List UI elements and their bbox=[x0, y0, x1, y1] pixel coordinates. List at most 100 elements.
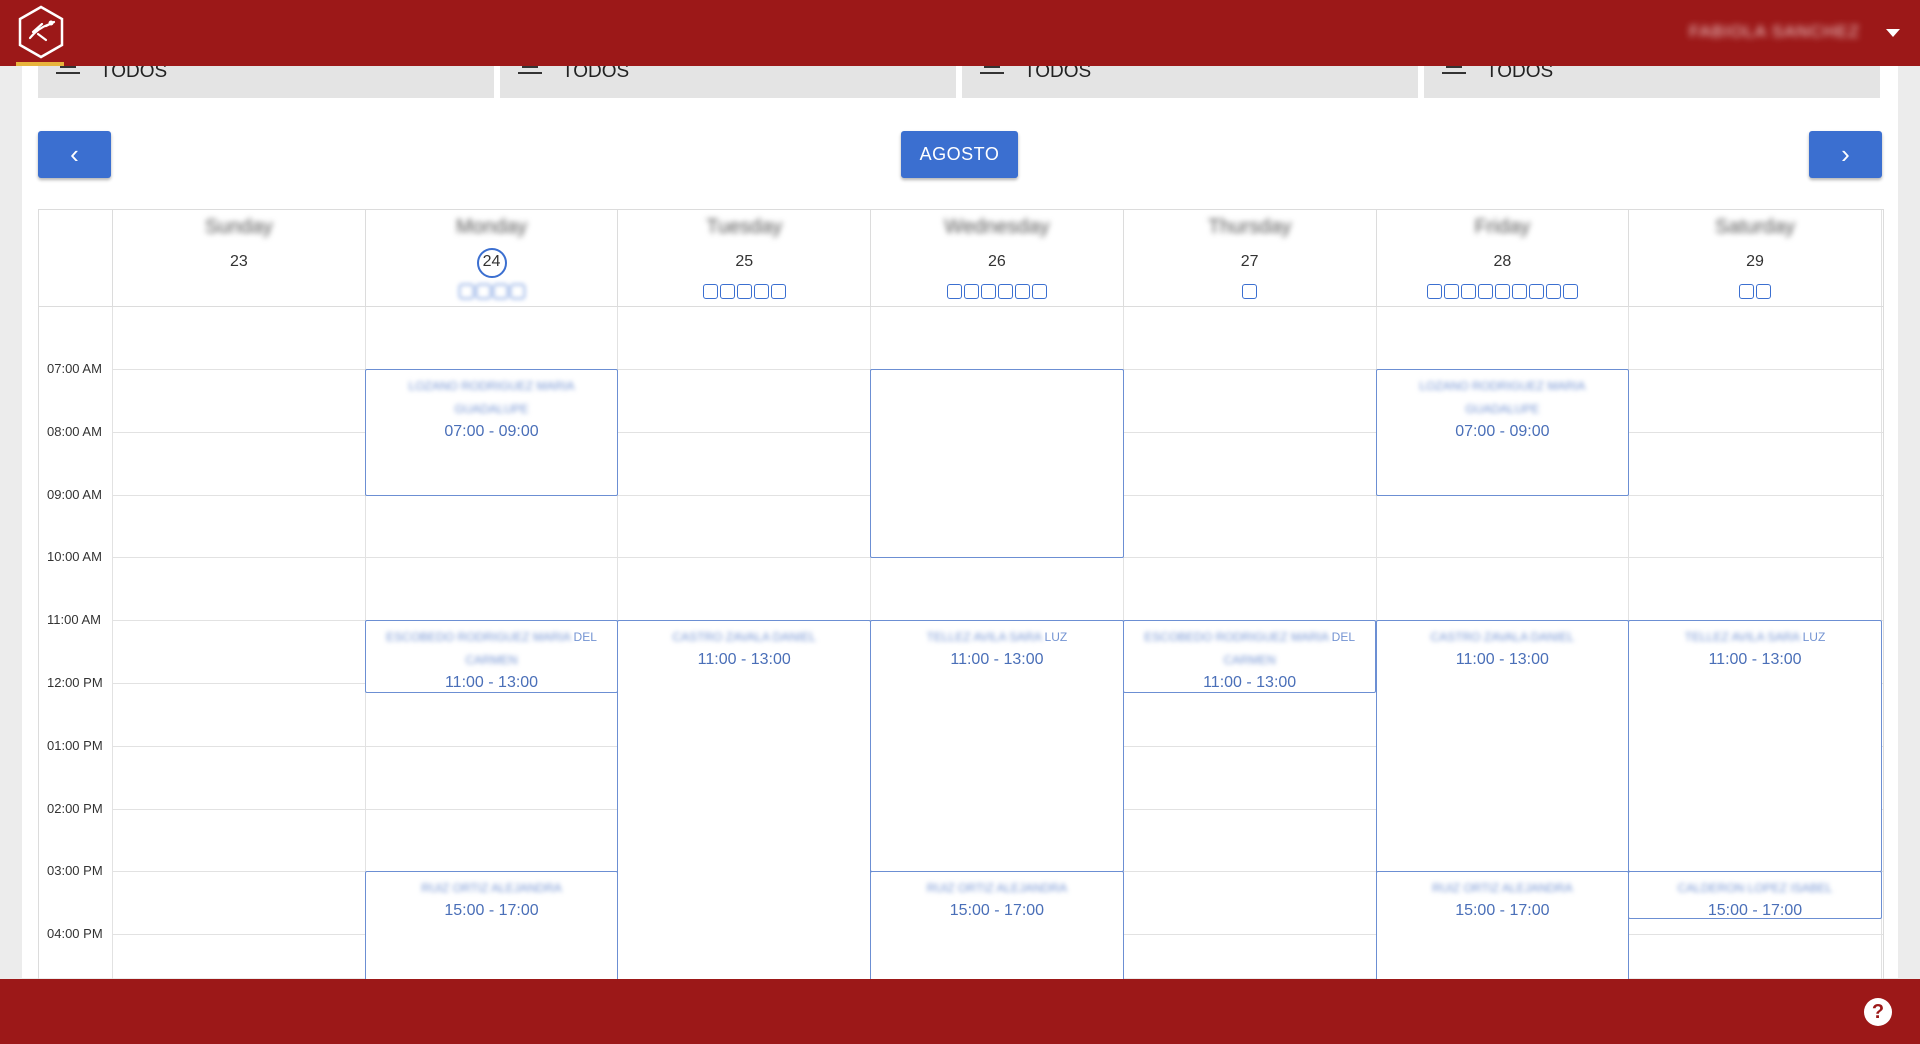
event-client-name: CASTRO ZAVALA DANIEL bbox=[1430, 630, 1575, 645]
event-client-name: TELLEZ AVILA SARA bbox=[926, 630, 1042, 645]
event-title: LOZANO RODRIGUEZ MARIA GUADALUPE bbox=[1385, 375, 1621, 421]
appointment-marker-icon[interactable] bbox=[980, 284, 996, 299]
event-title: LOZANO RODRIGUEZ MARIA GUADALUPE bbox=[374, 375, 610, 421]
event-time: 07:00 - 09:00 bbox=[1455, 423, 1550, 440]
appointment-marker-icon[interactable] bbox=[1494, 284, 1510, 299]
event-title-suffix: LUZ bbox=[1041, 630, 1068, 645]
appointment-markers bbox=[1124, 284, 1376, 299]
appointment-marker-icon[interactable] bbox=[1443, 284, 1459, 299]
appointment-marker-icon[interactable] bbox=[1545, 284, 1561, 299]
event-client-name: CALDERON LOPEZ ISABEL bbox=[1677, 881, 1833, 896]
header-divider bbox=[39, 306, 1883, 307]
day-header-monday[interactable]: Monday 24 bbox=[364, 210, 618, 306]
appointment-marker-icon[interactable] bbox=[509, 284, 525, 299]
appointment-marker-icon[interactable] bbox=[492, 284, 508, 299]
hour-label: 07:00 AM bbox=[47, 361, 102, 376]
event-client-name: TELLEZ AVILA SARA bbox=[1684, 630, 1800, 645]
event-time: 15:00 - 17:00 bbox=[1455, 902, 1550, 920]
appointment-marker-icon[interactable] bbox=[946, 284, 962, 299]
appointment-marker-icon[interactable] bbox=[1756, 284, 1772, 299]
appointment-marker-icon[interactable] bbox=[1739, 284, 1755, 299]
day-number[interactable]: 25 bbox=[618, 253, 870, 271]
app-logo-icon[interactable] bbox=[16, 4, 66, 60]
hour-label: 10:00 AM bbox=[47, 549, 102, 565]
filter-icon bbox=[518, 66, 542, 80]
active-indicator bbox=[16, 62, 64, 66]
appointment-event[interactable]: LOZANO RODRIGUEZ MARIA GUADALUPE 07:00 - … bbox=[1375, 369, 1630, 496]
prev-week-button[interactable]: ‹ bbox=[38, 131, 111, 178]
day-header-thursday[interactable]: Thursday 27 bbox=[1122, 210, 1376, 306]
day-number[interactable]: 23 bbox=[113, 253, 365, 271]
hour-label: 08:00 AM bbox=[47, 423, 102, 439]
appointment-marker-icon[interactable] bbox=[963, 284, 979, 299]
day-header-saturday[interactable]: Saturday 29 bbox=[1628, 210, 1881, 306]
event-client-name: RUIZ ORTIZ ALEJANDRA bbox=[421, 881, 562, 896]
appointment-marker-icon[interactable] bbox=[719, 284, 735, 299]
appointment-event[interactable]: CASTRO ZAVALA DANIEL 11:00 - 13:00 bbox=[617, 620, 872, 979]
filter-icon bbox=[1442, 66, 1466, 80]
day-name: Wednesday bbox=[944, 216, 1050, 238]
hour-label: 02:00 PM bbox=[47, 800, 103, 816]
appointment-marker-icon[interactable] bbox=[770, 284, 786, 299]
event-time: 11:00 - 13:00 bbox=[1203, 674, 1297, 692]
event-title: TELLEZ AVILA SARA LUZ bbox=[1637, 626, 1873, 649]
event-title: ESCOBEDO RODRIGUEZ MARIA DEL CARMEN bbox=[1132, 626, 1368, 672]
appointment-marker-icon[interactable] bbox=[1031, 284, 1047, 299]
appointment-event[interactable]: LOZANO RODRIGUEZ MARIA GUADALUPE 07:00 - … bbox=[364, 369, 619, 496]
hour-label: 04:00 PM bbox=[47, 926, 103, 942]
appointment-marker-icon[interactable] bbox=[1528, 284, 1544, 299]
day-number[interactable]: 26 bbox=[871, 253, 1123, 271]
user-name[interactable]: FABIOLA SANCHEZ bbox=[1689, 22, 1860, 42]
appointment-marker-icon[interactable] bbox=[702, 284, 718, 299]
appointment-marker-icon[interactable] bbox=[997, 284, 1013, 299]
appointment-marker-icon[interactable] bbox=[475, 284, 491, 299]
appointment-marker-icon[interactable] bbox=[1014, 284, 1030, 299]
event-client-name: LOZANO RODRIGUEZ MARIA GUADALUPE bbox=[408, 379, 575, 416]
appointment-event[interactable]: RUIZ ORTIZ ALEJANDRA 15:00 - 17:00 bbox=[870, 871, 1124, 979]
event-client-name: CARMEN bbox=[465, 653, 518, 668]
appointment-marker-icon[interactable] bbox=[1426, 284, 1442, 299]
day-header-friday[interactable]: Friday 28 bbox=[1375, 210, 1629, 306]
appointment-event[interactable]: TELLEZ AVILA SARA LUZ 11:00 - 13:00 bbox=[870, 620, 1124, 873]
appointment-marker-icon[interactable] bbox=[1511, 284, 1527, 299]
day-header-wednesday[interactable]: Wednesday 26 bbox=[870, 210, 1123, 306]
appointment-markers bbox=[1377, 284, 1629, 299]
day-number[interactable]: 29 bbox=[1629, 253, 1881, 271]
appointment-event[interactable] bbox=[870, 369, 1124, 559]
event-time: 11:00 - 13:00 bbox=[1455, 651, 1549, 669]
appointment-marker-icon[interactable] bbox=[1477, 284, 1493, 299]
day-number[interactable]: 27 bbox=[1124, 253, 1376, 271]
filter-icon bbox=[56, 66, 80, 80]
appointment-marker-icon[interactable] bbox=[1242, 284, 1258, 299]
event-title-suffix: LUZ bbox=[1799, 630, 1826, 645]
appointment-event[interactable]: RUIZ ORTIZ ALEJANDRA 15:00 - 17:00 bbox=[1375, 871, 1630, 979]
hour-label: 12:00 PM bbox=[47, 675, 103, 690]
month-button[interactable]: AGOSTO bbox=[901, 131, 1018, 178]
appointment-markers bbox=[618, 284, 870, 299]
appointment-event[interactable]: CALDERON LOPEZ ISABEL 15:00 - 17:00 bbox=[1628, 871, 1882, 920]
chevron-down-icon[interactable] bbox=[1886, 29, 1900, 37]
appointment-marker-icon[interactable] bbox=[1562, 284, 1578, 299]
appointment-event[interactable]: RUIZ ORTIZ ALEJANDRA 15:00 - 17:00 bbox=[364, 871, 619, 979]
day-name: Friday bbox=[1474, 216, 1531, 238]
event-title: RUIZ ORTIZ ALEJANDRA bbox=[879, 877, 1115, 900]
appointment-marker-icon[interactable] bbox=[736, 284, 752, 299]
appointment-markers bbox=[871, 284, 1123, 299]
next-week-button[interactable]: › bbox=[1809, 131, 1882, 178]
appointment-event[interactable]: ESCOBEDO RODRIGUEZ MARIA DEL CARMEN 11:00 … bbox=[1122, 620, 1377, 694]
day-header-tuesday[interactable]: Tuesday 25 bbox=[617, 210, 870, 306]
event-time: 11:00 - 13:00 bbox=[697, 651, 791, 669]
help-icon[interactable]: ? bbox=[1864, 998, 1892, 1026]
day-name: Monday bbox=[455, 216, 528, 238]
event-time: 11:00 - 13:00 bbox=[950, 651, 1044, 669]
event-title: RUIZ ORTIZ ALEJANDRA bbox=[374, 877, 610, 900]
event-title: TELLEZ AVILA SARA LUZ bbox=[879, 626, 1115, 649]
hour-label: 11:00 AM bbox=[47, 612, 101, 628]
appointment-marker-icon[interactable] bbox=[458, 284, 474, 299]
appointment-event[interactable]: ESCOBEDO RODRIGUEZ MARIA DEL CARMEN 11:00 … bbox=[364, 620, 619, 694]
day-header-sunday[interactable]: Sunday 23 bbox=[112, 210, 365, 306]
appointment-event[interactable]: TELLEZ AVILA SARA LUZ 11:00 - 13:00 bbox=[1628, 620, 1882, 873]
day-number[interactable]: 28 bbox=[1377, 253, 1629, 271]
appointment-marker-icon[interactable] bbox=[1460, 284, 1476, 299]
appointment-marker-icon[interactable] bbox=[753, 284, 769, 299]
